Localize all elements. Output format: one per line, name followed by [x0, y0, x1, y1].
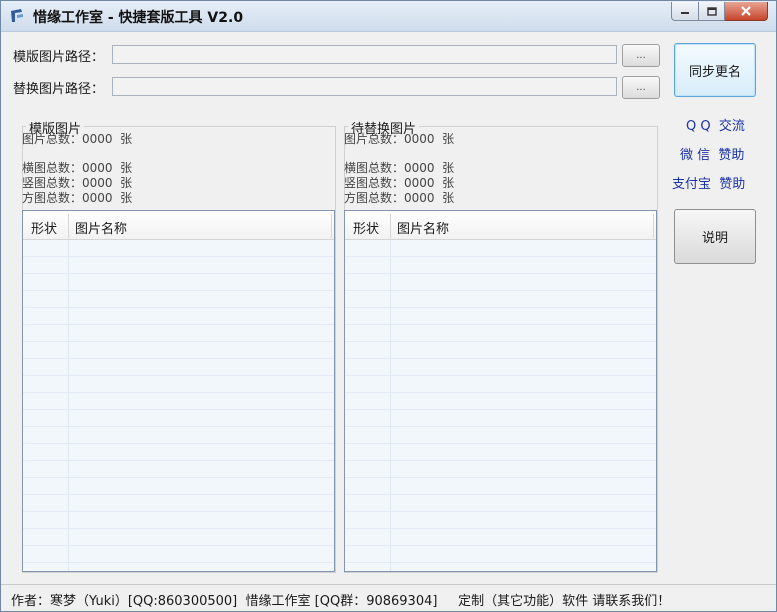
replace-square-count: 方图总数：0000 张 [344, 191, 455, 205]
alipay-donate-link[interactable]: 支付宝 赞助 [672, 173, 745, 192]
template-path-label: 模版图片路径： [13, 50, 105, 65]
replace-total-count: 图片总数：0000 张 [344, 132, 455, 146]
status-bar: 作者：寒梦（Yuki）[QQ:860300500] 惜缘工作室 [QQ群：908… [1, 584, 776, 611]
template-list-header: 形状 图片名称 [23, 211, 334, 240]
template-browse-button[interactable]: ... [622, 44, 660, 67]
template-images-group: 模版图片 图片总数：0000 张 横图总数：0000 张 竖图总数：0000 张… [22, 118, 336, 573]
replace-path-input[interactable] [112, 77, 617, 96]
qq-exchange-link[interactable]: Q Q 交流 [686, 115, 745, 134]
minimize-button[interactable] [671, 2, 699, 21]
replace-col-separator [390, 214, 391, 238]
template-image-list[interactable]: 形状 图片名称 [22, 210, 335, 572]
maximize-icon [706, 6, 717, 16]
window-title: 惜缘工作室 - 快捷套版工具 V2.0 [33, 10, 244, 26]
replace-col-name[interactable]: 图片名称 [397, 218, 449, 237]
template-col-separator [68, 214, 69, 238]
status-bar-text: 作者：寒梦（Yuki）[QQ:860300500] 惜缘工作室 [QQ群：908… [11, 594, 671, 609]
template-col-name[interactable]: 图片名称 [75, 218, 127, 237]
maximize-button[interactable] [699, 2, 725, 21]
window-controls [671, 2, 768, 21]
sync-rename-button[interactable]: 同步更名 [674, 43, 756, 97]
close-button[interactable] [725, 2, 768, 21]
replace-path-label: 替换图片路径： [13, 82, 105, 97]
template-square-count: 方图总数：0000 张 [22, 191, 133, 205]
instructions-button[interactable]: 说明 [674, 209, 756, 264]
title-bar[interactable]: 惜缘工作室 - 快捷套版工具 V2.0 [1, 1, 776, 32]
template-path-input[interactable] [112, 45, 617, 64]
replace-col-separator-end [653, 214, 654, 238]
close-icon [741, 6, 751, 16]
template-col-separator-end [331, 214, 332, 238]
replace-col-shape[interactable]: 形状 [353, 218, 379, 237]
app-window: 惜缘工作室 - 快捷套版工具 V2.0 模版图片路径： ... 替换图片路径： … [0, 0, 777, 612]
minimize-icon [681, 12, 689, 14]
template-list-body[interactable] [23, 240, 334, 571]
replace-list-header: 形状 图片名称 [345, 211, 656, 240]
template-total-count: 图片总数：0000 张 [22, 132, 133, 146]
replace-browse-button[interactable]: ... [622, 76, 660, 99]
replace-image-list[interactable]: 形状 图片名称 [344, 210, 657, 572]
wechat-donate-link[interactable]: 微 信 赞助 [680, 144, 744, 163]
replace-images-group: 待替换图片 图片总数：0000 张 横图总数：0000 张 竖图总数：0000 … [344, 118, 658, 573]
template-col-shape[interactable]: 形状 [31, 218, 57, 237]
replace-list-body[interactable] [345, 240, 656, 571]
app-logo-icon [11, 9, 23, 22]
